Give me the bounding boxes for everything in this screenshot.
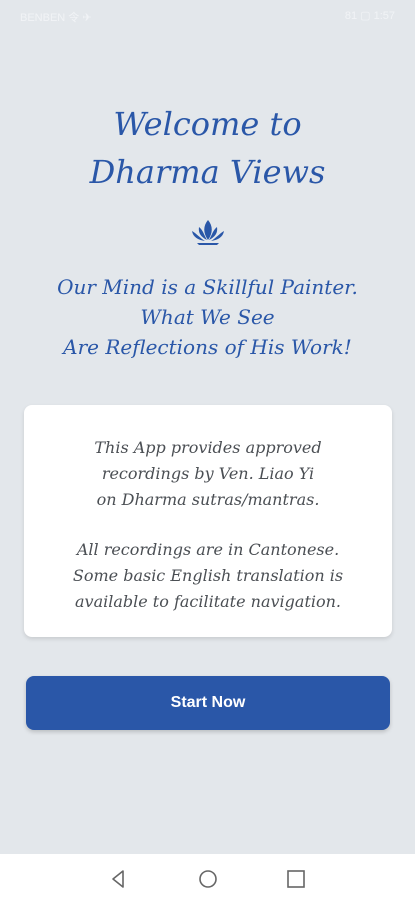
info-p2-line3: available to facilitate navigation. (74, 592, 342, 611)
info-paragraph-1: This App provides approved recordings by… (24, 435, 392, 513)
home-circle-icon[interactable] (196, 867, 220, 891)
system-nav-bar (0, 854, 415, 900)
status-left: BENBEN 令 ✈ (20, 9, 92, 25)
info-p2-line1: All recordings are in Cantonese. (76, 540, 340, 559)
welcome-title: Welcome to Dharma Views (0, 100, 415, 196)
info-paragraph-2: All recordings are in Cantonese. Some ba… (24, 537, 392, 615)
lotus-icon (192, 220, 224, 245)
motto-line2: What We See (140, 305, 275, 329)
info-p1-line3: on Dharma sutras/mantras. (96, 490, 320, 509)
carrier-signal-wifi-airplane: BENBEN 令 ✈ (20, 12, 92, 24)
start-now-button[interactable]: Start Now (26, 676, 390, 730)
welcome-line2: Dharma Views (89, 153, 326, 191)
back-triangle-icon[interactable] (106, 867, 130, 891)
info-p1-line1: This App provides approved (94, 438, 322, 457)
recent-square-icon[interactable] (284, 867, 308, 891)
battery-time: 81 ▢ 1:57 (344, 10, 395, 22)
info-card: This App provides approved recordings by… (24, 405, 392, 637)
motto-line3: Are Reflections of His Work! (63, 335, 352, 359)
status-bar: BENBEN 令 ✈ 81 ▢ 1:57 (0, 0, 415, 32)
welcome-line1: Welcome to (113, 105, 302, 143)
status-right: 81 ▢ 1:57 (345, 9, 395, 22)
info-p1-line2: recordings by Ven. Liao Yi (101, 464, 315, 483)
info-p2-line2: Some basic English translation is (72, 566, 344, 585)
motto: Our Mind is a Skillful Painter. What We … (0, 272, 415, 362)
motto-line1: Our Mind is a Skillful Painter. (57, 275, 358, 299)
